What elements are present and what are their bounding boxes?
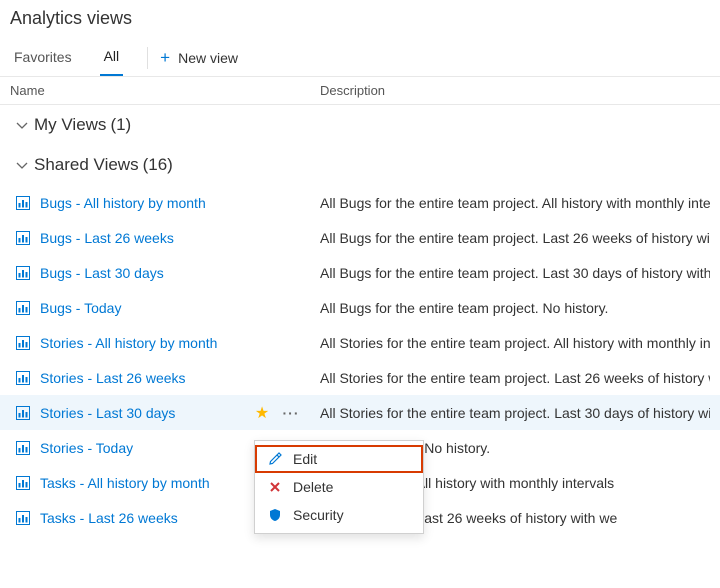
view-description: All Stories for the entire team project.…: [320, 405, 710, 421]
section-shared-views[interactable]: Shared Views (16): [0, 145, 720, 185]
context-menu: Edit Delete Security: [254, 440, 424, 534]
menu-delete-label: Delete: [293, 479, 333, 495]
col-name-header[interactable]: Name: [10, 83, 320, 98]
table-row[interactable]: Stories - Last 26 weeks All Stories for t…: [0, 360, 720, 395]
chart-icon: [16, 231, 34, 245]
section-my-views-count: (1): [110, 115, 131, 135]
pencil-icon: [265, 452, 285, 466]
chart-icon: [16, 336, 34, 350]
view-name-link[interactable]: Tasks - Last 26 weeks: [40, 510, 250, 526]
column-headers: Name Description: [0, 77, 720, 105]
star-icon[interactable]: ★: [250, 403, 274, 423]
section-my-views-label: My Views: [34, 115, 106, 135]
view-description: All Stories for the entire team project.…: [320, 335, 710, 351]
table-row[interactable]: Stories - All history by month All Storie…: [0, 325, 720, 360]
chart-icon: [16, 441, 34, 455]
new-view-button[interactable]: + New view: [160, 49, 238, 66]
menu-security[interactable]: Security: [255, 501, 423, 529]
col-desc-header[interactable]: Description: [320, 83, 710, 98]
chart-icon: [16, 406, 34, 420]
table-row[interactable]: Bugs - Last 30 days All Bugs for the enti…: [0, 255, 720, 290]
section-shared-views-label: Shared Views: [34, 155, 139, 175]
close-icon: [265, 480, 285, 494]
table-row[interactable]: Bugs - All history by month All Bugs for …: [0, 185, 720, 220]
view-name-link[interactable]: Stories - Last 30 days: [40, 405, 250, 421]
tabs-bar: Favorites All + New view: [0, 39, 720, 77]
chart-icon: [16, 371, 34, 385]
chart-icon: [16, 266, 34, 280]
menu-security-label: Security: [293, 507, 344, 523]
section-shared-views-count: (16): [143, 155, 173, 175]
chart-icon: [16, 511, 34, 525]
tab-separator: [147, 47, 148, 69]
menu-edit-label: Edit: [293, 451, 317, 467]
view-name-link[interactable]: Stories - All history by month: [40, 335, 250, 351]
more-actions-button[interactable]: ···: [274, 405, 308, 421]
chart-icon: [16, 196, 34, 210]
section-my-views[interactable]: My Views (1): [0, 105, 720, 145]
view-description: All Bugs for the entire team project. Al…: [320, 195, 710, 211]
view-name-link[interactable]: Bugs - All history by month: [40, 195, 250, 211]
view-name-link[interactable]: Stories - Last 26 weeks: [40, 370, 250, 386]
chevron-down-icon: [16, 159, 28, 171]
view-name-link[interactable]: Bugs - Last 30 days: [40, 265, 250, 281]
table-row[interactable]: Bugs - Last 26 weeks All Bugs for the ent…: [0, 220, 720, 255]
shield-icon: [265, 508, 285, 522]
view-description: All Bugs for the entire team project. No…: [320, 300, 710, 316]
view-name-link[interactable]: Bugs - Today: [40, 300, 250, 316]
chevron-down-icon: [16, 119, 28, 131]
table-row[interactable]: Bugs - Today All Bugs for the entire team…: [0, 290, 720, 325]
table-row[interactable]: Stories - Last 30 days★··· All Stories fo…: [0, 395, 720, 430]
tab-all[interactable]: All: [100, 40, 124, 76]
page-title: Analytics views: [0, 0, 720, 39]
view-description: All Bugs for the entire team project. La…: [320, 230, 710, 246]
menu-edit[interactable]: Edit: [255, 445, 423, 473]
chart-icon: [16, 476, 34, 490]
plus-icon: +: [160, 49, 170, 66]
menu-delete[interactable]: Delete: [255, 473, 423, 501]
view-description: All Stories for the entire team project.…: [320, 370, 710, 386]
view-name-link[interactable]: Stories - Today: [40, 440, 250, 456]
tab-favorites[interactable]: Favorites: [10, 41, 76, 75]
new-view-label: New view: [178, 50, 238, 66]
view-name-link[interactable]: Bugs - Last 26 weeks: [40, 230, 250, 246]
chart-icon: [16, 301, 34, 315]
view-description: All Bugs for the entire team project. La…: [320, 265, 710, 281]
view-name-link[interactable]: Tasks - All history by month: [40, 475, 250, 491]
